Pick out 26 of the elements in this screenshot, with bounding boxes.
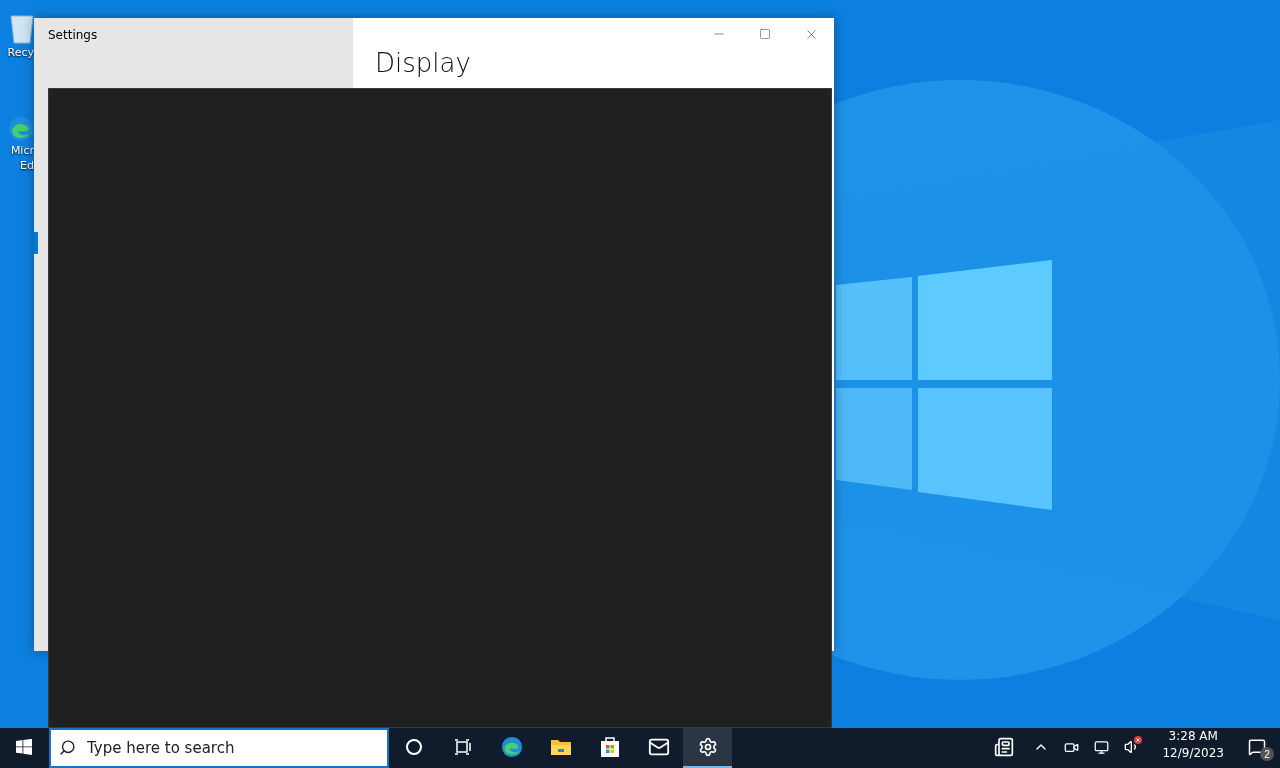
circle-icon bbox=[404, 738, 423, 756]
desktop-icon-label: Micr bbox=[10, 144, 34, 158]
search-field[interactable]: Type here to search bbox=[49, 728, 389, 768]
muted-icon bbox=[1134, 736, 1143, 744]
store-bag-icon bbox=[599, 736, 620, 758]
task-view-icon bbox=[453, 738, 472, 756]
monitor-icon bbox=[1093, 739, 1109, 755]
desktop-icon-label: Ed bbox=[20, 159, 34, 173]
window-title: Settings bbox=[48, 28, 98, 42]
clock-date: 12/9/2023 bbox=[1162, 744, 1224, 762]
message-icon bbox=[1248, 738, 1266, 756]
edge-icon bbox=[500, 736, 523, 758]
edge-icon bbox=[8, 116, 34, 142]
taskbar-app-button[interactable] bbox=[683, 728, 732, 768]
start-icon bbox=[16, 739, 32, 755]
folder-icon bbox=[549, 737, 572, 757]
news-icon bbox=[994, 737, 1015, 757]
notification-count: 2 bbox=[1260, 747, 1274, 761]
notifications-button[interactable]: 2 bbox=[1234, 728, 1280, 768]
desktop-icon-label: Recy bbox=[7, 46, 34, 60]
maximize-icon bbox=[759, 28, 771, 40]
page-heading: Display bbox=[375, 48, 471, 80]
clock-time: 3:28 AM bbox=[1168, 728, 1218, 745]
settings-icon bbox=[697, 737, 718, 757]
mail-icon bbox=[647, 736, 670, 758]
search-icon bbox=[59, 739, 76, 756]
